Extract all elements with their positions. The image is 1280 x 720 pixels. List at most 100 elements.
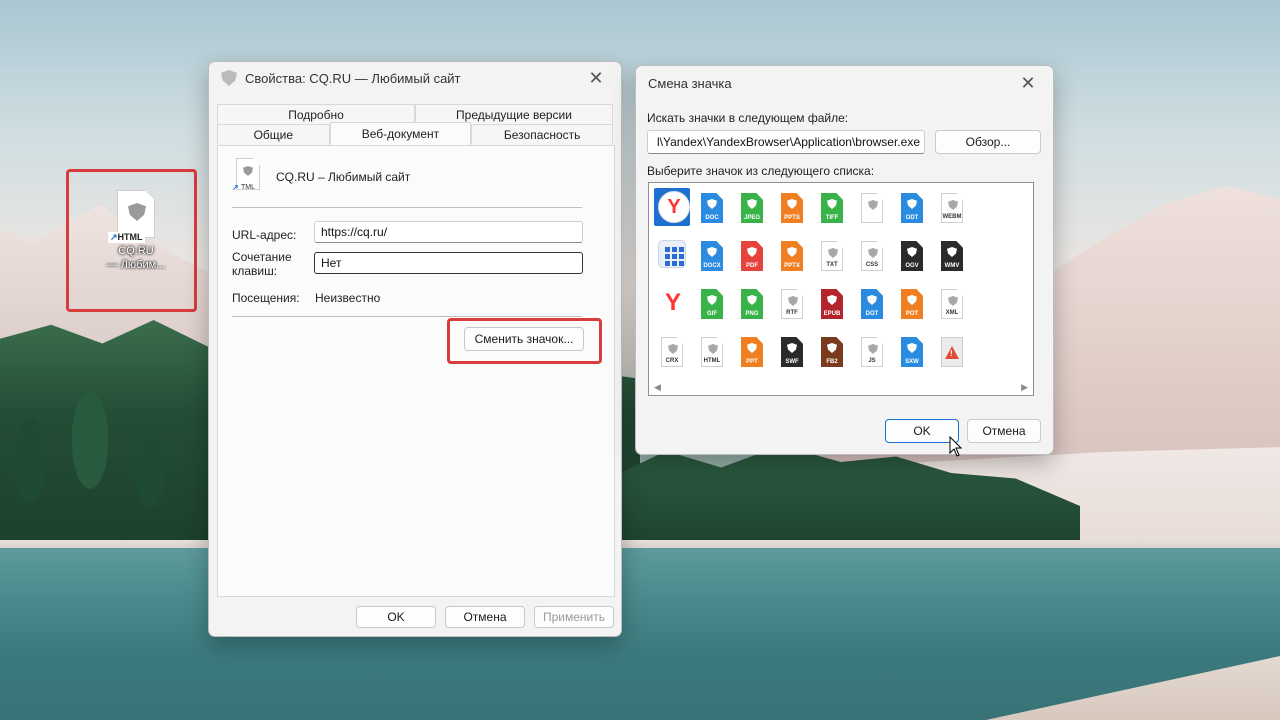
close-icon[interactable]: ✕ (583, 68, 609, 89)
file-type-icon: ODT (901, 193, 923, 223)
icon-option[interactable]: XML (932, 282, 972, 330)
icon-option[interactable]: WMV (932, 234, 972, 282)
icon-option[interactable]: DOC (692, 186, 732, 234)
file-type-label: SXW (905, 359, 919, 365)
desktop-shortcut-cq-ru[interactable]: ↗HTML CQ.RU — Любим... (86, 184, 186, 294)
icon-option[interactable]: ODT (892, 186, 932, 234)
file-type-icon: WEBM (941, 193, 963, 223)
icon-option[interactable]: DOT (852, 282, 892, 330)
scroll-right-icon[interactable]: ▶ (1021, 382, 1028, 393)
tab-details[interactable]: Подробно (217, 104, 415, 124)
file-type-label: PDF (746, 263, 758, 269)
icon-option[interactable]: PNG (732, 282, 772, 330)
file-type-icon: OGV (901, 241, 923, 271)
icon-option[interactable]: JS (852, 330, 892, 378)
file-type-label: FB2 (826, 359, 838, 365)
shortcut-arrow-icon: ↗ (232, 183, 239, 192)
file-type-icon: TXT (821, 241, 843, 271)
warning-icon: ! (941, 337, 963, 367)
icon-option[interactable]: TXT (812, 234, 852, 282)
tab-security[interactable]: Безопасность (471, 124, 613, 144)
file-type-label: PPTX (784, 263, 800, 269)
file-type-icon: JS (861, 337, 883, 367)
highlight-change-icon-button (447, 318, 602, 364)
shortcut-value: Нет (321, 256, 342, 270)
icon-file-path-field[interactable]: l\Yandex\YandexBrowser\Application\brows… (647, 130, 925, 154)
icon-option[interactable]: DOCX (692, 234, 732, 282)
caption-line-1: CQ.RU (118, 245, 154, 257)
file-type-icon: CRX (661, 337, 683, 367)
file-type-label: CSS (865, 262, 879, 268)
icon-option[interactable]: GIF (692, 282, 732, 330)
yandex-logo-icon: Y (658, 191, 690, 223)
icon-option[interactable]: Y (652, 282, 692, 330)
file-type-label: ODT (905, 215, 919, 221)
file-type-label: SWF (785, 359, 799, 365)
icon-option[interactable] (852, 186, 892, 234)
file-type-label: PPTS (784, 215, 800, 221)
change-icon-dialog: Смена значка ✕ Искать значки в следующем… (635, 65, 1054, 455)
file-type-icon: FB2 (821, 337, 843, 367)
icon-option[interactable]: RTF (772, 282, 812, 330)
url-label: URL-адрес: (232, 228, 297, 242)
icon-option[interactable] (652, 234, 692, 282)
caption-line-2: — Любим... (106, 259, 166, 271)
html-file-icon (117, 190, 155, 238)
apply-button[interactable]: Применить (534, 606, 614, 628)
url-field[interactable]: https://cq.ru/ (314, 221, 583, 243)
icon-option[interactable]: PPTS (772, 186, 812, 234)
select-icon-label: Выберите значок из следующего списка: (647, 164, 875, 178)
file-type-icon: XML (941, 289, 963, 319)
file-type-label: WEBM (942, 214, 962, 220)
ok-button[interactable]: OK (356, 606, 436, 628)
file-type-label: HTML (703, 358, 721, 364)
shortcut-arrow-icon: ↗ (110, 232, 118, 242)
file-type-label: CRX (665, 358, 679, 364)
file-type-label: TIFF (825, 215, 839, 221)
icon-option[interactable]: WEBM (932, 186, 972, 234)
file-type-label: RTF (786, 310, 798, 316)
icon-option[interactable]: PPTX (772, 234, 812, 282)
icon-option[interactable]: PPT (732, 330, 772, 378)
icon-option[interactable]: EPUB (812, 282, 852, 330)
divider (232, 316, 582, 317)
properties-title: Свойства: CQ.RU — Любимый сайт (245, 70, 461, 86)
icon-option[interactable]: OGV (892, 234, 932, 282)
file-type-icon: JPEG (741, 193, 763, 223)
icon-option[interactable]: POT (892, 282, 932, 330)
icon-option[interactable]: CSS (852, 234, 892, 282)
ok-button[interactable]: OK (885, 419, 959, 443)
icon-option[interactable]: TIFF (812, 186, 852, 234)
shortcut-tag: ↗HTML (108, 232, 145, 243)
icon-option[interactable]: SXW (892, 330, 932, 378)
icon-option[interactable]: Y (652, 186, 692, 234)
tab-previous-versions[interactable]: Предыдущие версии (415, 104, 613, 124)
horizontal-scrollbar[interactable]: ◀ ▶ (650, 380, 1032, 394)
file-type-label: POT (905, 311, 919, 317)
file-type-label: EPUB (823, 311, 841, 317)
tab-web-document[interactable]: Веб-документ (329, 122, 472, 145)
cancel-button[interactable]: Отмена (967, 419, 1041, 443)
file-type-icon: SWF (781, 337, 803, 367)
icon-option[interactable]: JPEG (732, 186, 772, 234)
icon-option[interactable]: HTML (692, 330, 732, 378)
icon-option[interactable]: CRX (652, 330, 692, 378)
scroll-left-icon[interactable]: ◀ (654, 382, 661, 393)
icon-option[interactable]: SWF (772, 330, 812, 378)
shortcut-key-field[interactable]: Нет (314, 252, 583, 274)
close-icon[interactable]: ✕ (1015, 73, 1041, 94)
icon-option[interactable]: FB2 (812, 330, 852, 378)
icon-list[interactable]: Y DOC JPEG PPTS TIFF ODT WEBM DOCX PDF PPTX TXT CSS… (648, 182, 1034, 396)
file-type-icon: PPTS (781, 193, 803, 223)
url-value: https://cq.ru/ (321, 225, 388, 239)
desktop-icon-caption: CQ.RU — Любим... (86, 244, 186, 272)
cancel-button[interactable]: Отмена (445, 606, 525, 628)
icon-option[interactable]: PDF (732, 234, 772, 282)
tab-general[interactable]: Общие (217, 124, 330, 144)
browse-button[interactable]: Обзор... (935, 130, 1041, 154)
properties-app-icon (221, 70, 237, 86)
tabs-row-back: Подробно Предыдущие версии (217, 104, 613, 124)
file-type-icon: SXW (901, 337, 923, 367)
icon-option[interactable]: ! (932, 330, 972, 378)
file-type-label: DOT (865, 311, 879, 317)
